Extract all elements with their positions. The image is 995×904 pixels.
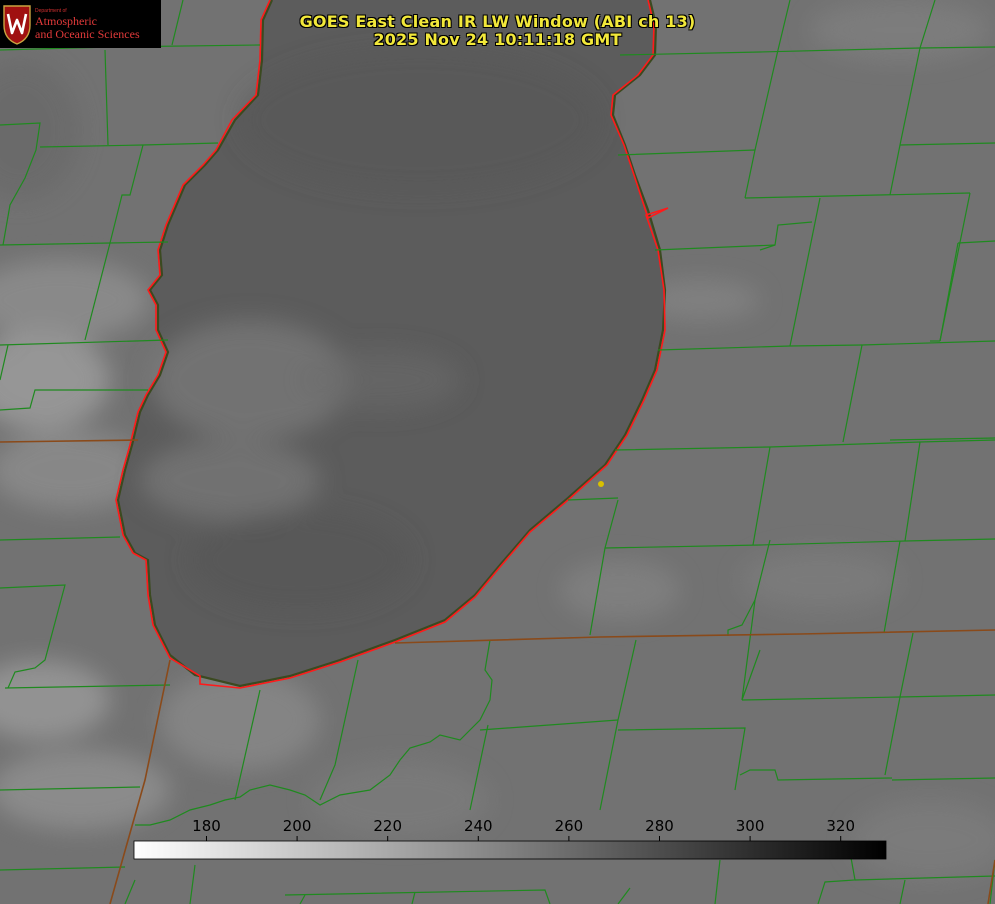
logo-text-line2: and Oceanic Sciences — [35, 27, 140, 41]
colorbar-tick-label: 240 — [464, 817, 493, 835]
location-marker — [598, 481, 604, 487]
map-canvas: 180 200 220 240 260 280 300 320 — [0, 0, 995, 904]
colorbar-tick-label: 220 — [373, 817, 402, 835]
aos-logo: Department of Atmospheric and Oceanic Sc… — [0, 0, 161, 48]
uw-crest-icon — [3, 5, 31, 45]
colorbar-tick-label: 320 — [826, 817, 855, 835]
colorbar-gradient — [133, 840, 887, 860]
colorbar-tick-label: 300 — [736, 817, 765, 835]
colorbar-tick-label: 200 — [283, 817, 312, 835]
satellite-map: 180 200 220 240 260 280 300 320 GOES East Clean… — [0, 0, 995, 904]
colorbar-tick-label: 180 — [192, 817, 221, 835]
colorbar-tick-label: 280 — [645, 817, 674, 835]
colorbar-tick-label: 260 — [555, 817, 584, 835]
